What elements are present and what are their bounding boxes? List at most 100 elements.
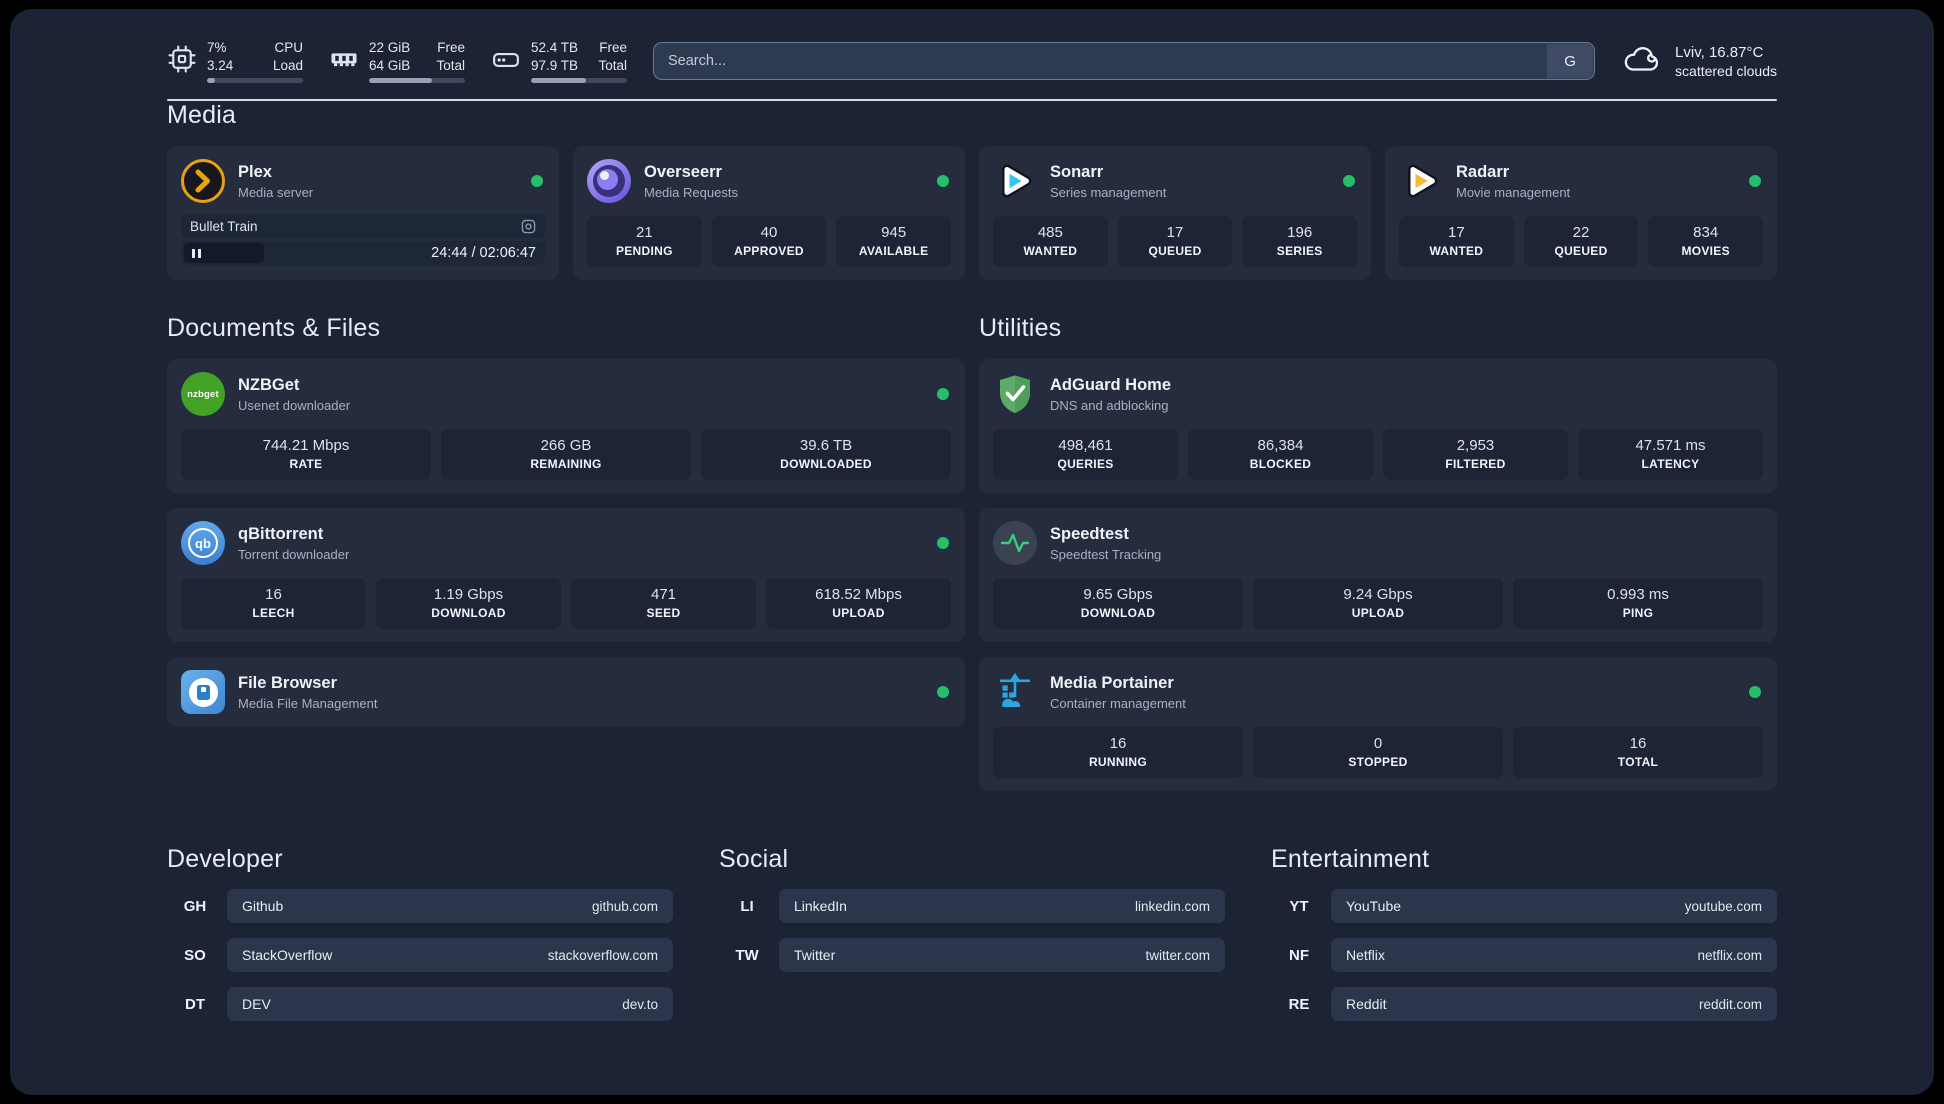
ram-free-label: Free — [437, 40, 465, 55]
pause-button[interactable] — [184, 243, 264, 263]
plex-icon — [181, 159, 225, 203]
stat-value: 266 GB — [540, 437, 592, 454]
stat-box: 47.571 ms LATENCY — [1578, 429, 1763, 480]
search-provider-button[interactable]: G — [1547, 44, 1594, 78]
section-title-documents: Documents & Files — [167, 314, 381, 342]
cpu-widget: 7% CPU 3.24 Load — [167, 39, 303, 83]
bookmark-abbr: LI — [719, 889, 775, 923]
stat-box: 834 MOVIES — [1648, 216, 1764, 267]
stat-value: 86,384 — [1257, 437, 1304, 454]
speedtest-icon — [993, 521, 1037, 565]
status-dot — [1749, 175, 1761, 187]
bookmark-linkedin[interactable]: LI LinkedIn linkedin.com — [719, 889, 1225, 923]
stat-value: 17 — [1166, 224, 1184, 241]
stat-box: 618.52 Mbps UPLOAD — [766, 578, 951, 629]
stat-box: 17 WANTED — [1399, 216, 1514, 267]
bookmark-reddit[interactable]: RE Reddit reddit.com — [1271, 987, 1777, 1021]
bookmark-abbr: SO — [167, 938, 223, 972]
stat-value: 618.52 Mbps — [815, 586, 902, 603]
bookmark-name: Github — [242, 898, 284, 914]
stat-value: 485 — [1037, 224, 1063, 241]
nzbget-icon: nzbget — [181, 372, 225, 416]
service-card-overseerr[interactable]: Overseerr Media Requests 21 PENDING 40 APP… — [573, 146, 965, 280]
bookmark-abbr: GH — [167, 889, 223, 923]
service-name: Overseerr — [644, 162, 722, 181]
service-card-filebrowser[interactable]: File Browser Media File Management — [167, 657, 965, 727]
stat-value: 2,953 — [1456, 437, 1495, 454]
stat-box: 485 WANTED — [993, 216, 1108, 267]
bookmark-netflix[interactable]: NF Netflix netflix.com — [1271, 938, 1777, 972]
stat-value: 196 — [1287, 224, 1313, 241]
search-bar: G — [653, 42, 1596, 80]
stat-label: UPLOAD — [1351, 606, 1405, 620]
adguard-icon — [993, 372, 1037, 416]
bookmark-abbr: TW — [719, 938, 775, 972]
service-card-adguard[interactable]: AdGuard Home DNS and adblocking 498,461 Q… — [979, 359, 1777, 493]
memory-widget: 22 GiB Free 64 GiB Total — [329, 39, 465, 83]
stat-label: WANTED — [1023, 244, 1078, 258]
stat-value: 47.571 ms — [1635, 437, 1706, 454]
stat-label: RUNNING — [1088, 755, 1148, 769]
stat-box: 498,461 QUERIES — [993, 429, 1178, 480]
ram-total-label: Total — [436, 57, 465, 73]
service-subtitle: Media server — [238, 184, 314, 200]
service-subtitle: Speedtest Tracking — [1050, 546, 1162, 562]
service-name: Media Portainer — [1050, 673, 1174, 692]
bookmark-abbr: RE — [1271, 987, 1327, 1021]
service-name: AdGuard Home — [1050, 375, 1172, 394]
service-subtitle: Container management — [1050, 695, 1186, 711]
session-icon — [521, 219, 536, 234]
overseerr-icon — [587, 159, 631, 203]
service-card-sonarr[interactable]: Sonarr Series management 485 WANTED 17 QUE… — [979, 146, 1371, 280]
stat-value: 22 — [1572, 224, 1590, 241]
service-card-portainer[interactable]: Media Portainer Container management 16 R… — [979, 657, 1777, 791]
bookmark-github[interactable]: GH Github github.com — [167, 889, 673, 923]
qbittorrent-icon: qb — [181, 521, 225, 565]
bookmark-name: Twitter — [794, 947, 836, 963]
service-card-nzbget[interactable]: nzbget NZBGet Usenet downloader 744.21 M… — [167, 359, 965, 493]
stat-box: 17 QUEUED — [1117, 216, 1233, 267]
stat-label: APPROVED — [734, 244, 804, 258]
section-title-entertainment: Entertainment — [1271, 845, 1430, 873]
section-title-utilities: Utilities — [979, 314, 1062, 342]
status-dot — [531, 175, 543, 187]
bookmark-youtube[interactable]: YT YouTube youtube.com — [1271, 889, 1777, 923]
cpu-load-label: Load — [272, 57, 303, 73]
bookmark-name: DEV — [242, 996, 271, 1012]
service-name: Sonarr — [1050, 162, 1104, 181]
sonarr-icon — [993, 159, 1037, 203]
disk-free-label: Free — [599, 40, 627, 55]
cpu-usage-label: CPU — [274, 40, 303, 55]
ram-progress-bar — [369, 78, 465, 83]
cpu-load-value: 3.24 — [207, 57, 234, 73]
disk-progress-bar — [531, 78, 627, 83]
bookmark-abbr: NF — [1271, 938, 1327, 972]
playback-time: 24:44 / 02:06:47 — [431, 245, 536, 261]
service-name: qBittorrent — [238, 524, 324, 543]
bookmark-url: youtube.com — [1684, 898, 1762, 914]
service-card-speedtest[interactable]: Speedtest Speedtest Tracking 9.65 Gbps DO… — [979, 508, 1777, 642]
stat-box: 16 LEECH — [181, 578, 366, 629]
stat-label: QUERIES — [1057, 457, 1114, 471]
bookmark-stackoverflow[interactable]: SO StackOverflow stackoverflow.com — [167, 938, 673, 972]
section-title-developer: Developer — [167, 845, 283, 873]
service-card-plex[interactable]: Plex Media server Bullet Train 24:44 / 0… — [167, 146, 559, 280]
bookmark-url: github.com — [591, 898, 658, 914]
stat-box: 945 AVAILABLE — [836, 216, 952, 267]
stat-label: FILTERED — [1445, 457, 1506, 471]
stat-box: 744.21 Mbps RATE — [181, 429, 431, 480]
status-dot — [937, 175, 949, 187]
stat-value: 0.993 ms — [1607, 586, 1669, 603]
stat-label: SERIES — [1276, 244, 1323, 258]
section-title-social: Social — [719, 845, 789, 873]
service-card-qbittorrent[interactable]: qb qBittorrent Torrent downloader 16 LEEC… — [167, 508, 965, 642]
bookmark-name: Netflix — [1346, 947, 1385, 963]
service-card-radarr[interactable]: Radarr Movie management 17 WANTED 22 QUEUE… — [1385, 146, 1777, 280]
bookmark-twitter[interactable]: TW Twitter twitter.com — [719, 938, 1225, 972]
service-subtitle: Movie management — [1456, 184, 1571, 200]
ram-icon — [329, 44, 359, 74]
search-input[interactable] — [653, 42, 1596, 80]
ram-total-value: 64 GiB — [369, 57, 411, 73]
bookmark-dev[interactable]: DT DEV dev.to — [167, 987, 673, 1021]
bookmark-url: reddit.com — [1698, 996, 1762, 1012]
